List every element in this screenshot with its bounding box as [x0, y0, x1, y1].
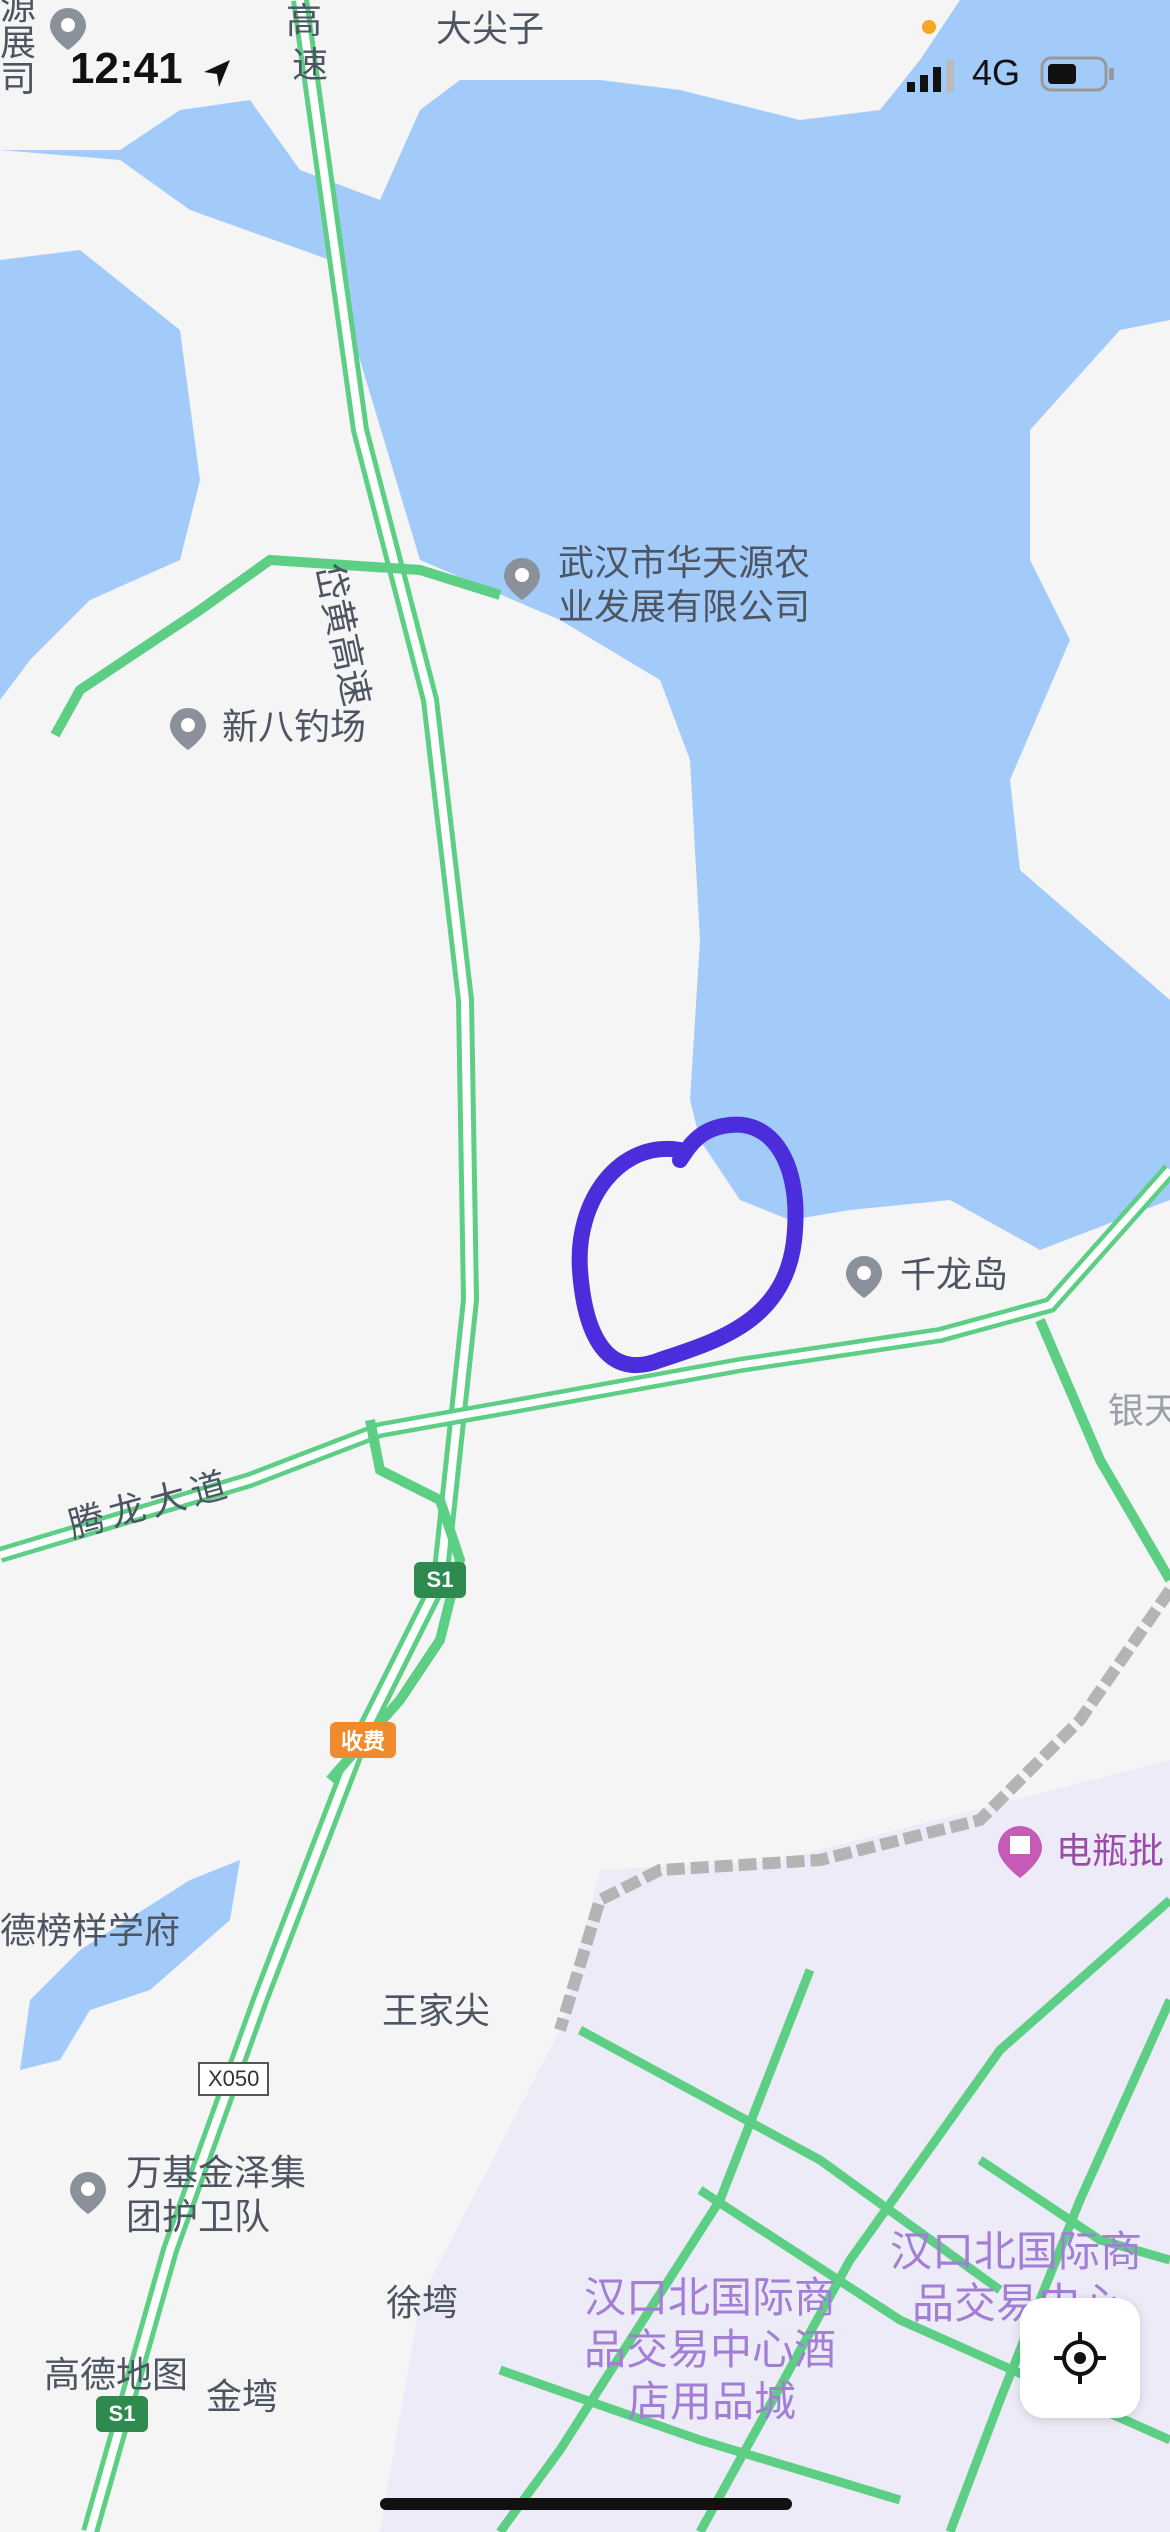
- orange-dot: [922, 20, 936, 34]
- locate-button[interactable]: [1020, 2298, 1140, 2418]
- map-label-wangjiajian[interactable]: 王家尖: [382, 1990, 490, 2034]
- location-arrow-icon: [204, 60, 230, 87]
- poi-pin-icon: [170, 708, 206, 750]
- poi-wanji-line1[interactable]: 万基金泽集: [126, 2152, 306, 2196]
- map-label-yin: 银天: [1108, 1391, 1170, 1432]
- poi-dianping[interactable]: 电瓶批: [1056, 1830, 1164, 1874]
- amap-logo-text: 高德地图: [44, 2355, 189, 2396]
- s1-shield-mid: S1: [414, 1562, 466, 1598]
- map-label-school[interactable]: 德榜样学府: [0, 1910, 180, 1954]
- shop-icon: [998, 1826, 1042, 1878]
- poi-xinba[interactable]: 新八钓场: [222, 706, 366, 750]
- poi-wanji-line2[interactable]: 团护卫队: [126, 2196, 270, 2240]
- signal-icon: [907, 60, 954, 92]
- locate-icon: [1054, 2332, 1106, 2384]
- poi-pin-icon: [504, 558, 540, 600]
- left-edge-label-3: 司: [0, 59, 37, 100]
- poi-wuhan-company-line1[interactable]: 武汉市华天源农: [558, 542, 810, 586]
- status-bar: 12:41 4G: [0, 0, 1170, 140]
- map-label-dajianzi[interactable]: 大尖子: [436, 8, 544, 52]
- poi-qianlongdao[interactable]: 千龙岛: [900, 1254, 1008, 1298]
- x050-shield: X050: [198, 2062, 270, 2096]
- status-time: 12:41: [70, 44, 183, 93]
- map-label-jinwan[interactable]: 金塆: [206, 2376, 278, 2420]
- poi-pin-icon: [70, 2172, 106, 2214]
- network-type: 4G: [972, 52, 1021, 93]
- poi-hankou-left-line1[interactable]: 汉口北国际商: [584, 2272, 836, 2324]
- map-label-xuwan[interactable]: 徐塆: [386, 2282, 458, 2326]
- toll-badge: 收费: [330, 1722, 396, 1758]
- battery-icon: [1040, 56, 1114, 92]
- poi-wuhan-company-line2[interactable]: 业发展有限公司: [558, 586, 810, 630]
- road-label-gaosu-1: 高: [286, 1, 323, 42]
- poi-pin-icon: [846, 1256, 882, 1298]
- s1-shield-bottom: S1: [96, 2396, 148, 2432]
- road-label-gaosu-2: 速: [292, 45, 329, 86]
- poi-hankou-left-line3[interactable]: 店用品城: [628, 2376, 796, 2428]
- poi-pin-icon: [50, 8, 86, 50]
- home-indicator[interactable]: [380, 2498, 792, 2510]
- poi-hankou-right-line1[interactable]: 汉口北国际商: [890, 2226, 1142, 2278]
- poi-hankou-left-line2[interactable]: 品交易中心酒: [584, 2324, 836, 2376]
